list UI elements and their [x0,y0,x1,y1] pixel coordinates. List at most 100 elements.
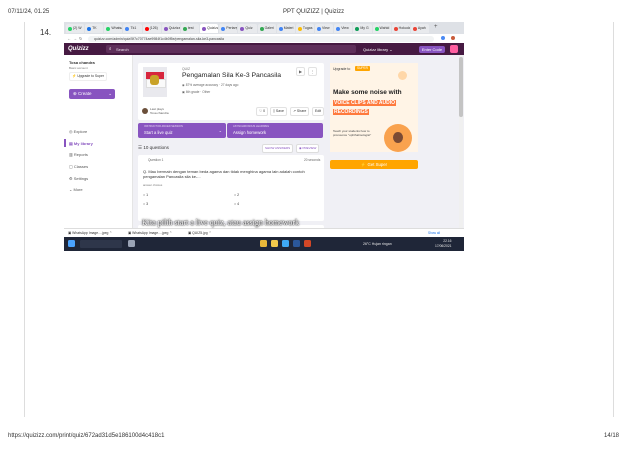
back-icon[interactable]: ← [67,36,71,41]
question-card: Question 1 20 seconds Q. Mau bermain den… [138,155,324,221]
ad-headline: Make some noise with [333,89,402,96]
sidebar-item-label: More [73,187,83,192]
create-button[interactable]: ⊕ Create ⌄ [69,89,115,99]
sidebar-item-explore[interactable]: ◎ Explore [69,129,87,134]
reload-icon[interactable]: ↻ [79,36,82,41]
forward-icon[interactable]: → [73,36,77,41]
time-ago: 27 days ago [220,83,239,87]
new-tab-icon[interactable]: + [434,24,438,30]
edit-button[interactable]: Edit [312,107,325,116]
download-item[interactable]: ▣ QUIZ5.jpg ⌃ [188,230,211,237]
avatar[interactable] [450,45,458,53]
task-view-icon[interactable] [128,240,135,247]
start-live-quiz-button[interactable]: INSTRUCTOR-PACED SESSION Start a live qu… [138,123,226,138]
browser-tab[interactable]: Ayah [410,24,429,33]
show-answers-button[interactable]: SHOW ANSWERS [262,144,294,153]
powerpoint-icon[interactable] [304,240,311,247]
library-icon: ▤ [69,141,73,146]
browser-tab[interactable]: WhatsA [104,24,123,33]
scrollbar-thumb[interactable] [459,57,463,117]
compass-icon: ◎ [69,129,73,134]
url-field[interactable]: quizizz.com/admin/quiz/5f7c70774ae9984f1… [88,35,434,42]
question-count: ☰ 10 questions [138,145,169,151]
sidebar-item-more[interactable]: ⌄ More [69,187,83,192]
preview-button[interactable]: ◉ PREVIEW [296,144,320,153]
upgrade-ad[interactable]: Upgrade to SUPER Make some noise with VO… [330,63,418,152]
start-subtitle: INSTRUCTOR-PACED SESSION [144,125,183,128]
search-icon: ⌕ [109,46,112,51]
browser-tab-label: Quizizz [207,26,219,30]
browser-tab[interactable]: Hokudal [391,24,410,33]
browser-tab[interactable]: View [334,24,353,33]
option-label: 2 [237,193,240,197]
show-all-link[interactable]: Show all [428,231,440,235]
browser-tab-label: Tugas [302,26,313,30]
browser-tab[interactable]: (126) [142,24,161,33]
upgrade-button[interactable]: ⚡ Upgrade to Super [69,72,107,81]
play-icon[interactable]: ▶ [296,67,305,76]
person-icon [393,132,403,143]
enter-code-button[interactable]: Enter Code [419,45,445,53]
browser-tab[interactable]: Materi [276,24,295,33]
edge-icon[interactable] [282,240,289,247]
quiz-accuracy: ◉ 87% average accuracy · 27 days ago [182,83,239,87]
sidebar-item-classes[interactable]: ▢ Classes [69,164,88,169]
get-super-button[interactable]: ⚡ Get Super [330,160,418,169]
browser-tab[interactable]: test [180,24,200,33]
browser-tab[interactable]: Quizizz [161,24,180,33]
browser-tab[interactable]: Pertanyaa [219,24,238,33]
browser-tab[interactable]: Quizizz [200,24,219,33]
quiz-owner: Last plays Tosa chandra [150,107,169,115]
assign-label: Assign homework [233,130,267,135]
option-label: 4 [237,202,240,206]
windows-start-icon[interactable] [68,240,75,247]
tab-favicon-icon [87,27,92,31]
tab-favicon-icon [259,27,264,31]
browser-tab[interactable]: View [315,24,334,33]
like-button[interactable]: ♡ 0 [256,107,269,116]
save-button[interactable]: ▯ Save [270,107,287,116]
weather-widget[interactable]: 26°C Hujan ringan [363,242,392,246]
print-url: https://quizizz.com/print/quiz/672ad31d5… [8,433,165,439]
taskbar-search[interactable] [80,240,122,248]
profile-icon[interactable] [451,36,455,40]
quiz-card: QUIZ Pengamalan Sila Ke-3 Pancasila ◉ 87… [138,63,325,120]
more-icon[interactable]: ⋮ [308,67,317,76]
browser-tab[interactable]: Quiz [238,24,257,33]
browser-tab-label: My G [360,26,369,30]
list-icon: ☰ [138,145,143,150]
sidebar-item-reports[interactable]: ▥ Reports [69,152,88,157]
file-icon: ▣ [128,231,132,235]
assign-homework-button[interactable]: ASYNCHRONOUS LEARNING Assign homework [227,123,323,138]
windows-taskbar: 26°C Hujan ringan 22.16 17/06/2021 [64,237,464,251]
browser-tab[interactable]: Wahid [372,24,391,33]
clock[interactable]: 22.16 17/06/2021 [435,239,452,248]
browser-tab[interactable]: TK [85,24,104,33]
tab-favicon-icon [221,27,226,31]
sidebar-item-settings[interactable]: ⚙ Settings [69,176,88,181]
print-datetime: 07/11/24, 01.25 [8,9,50,15]
option-3: ○ 3 [143,202,149,206]
chrome-icon[interactable] [260,240,267,247]
subject-value: Other [202,90,211,94]
word-icon[interactable] [293,240,300,247]
share-button[interactable]: ↗ Share [290,107,310,116]
tab-favicon-icon [68,27,72,31]
browser-tab[interactable]: Tugas [295,24,315,33]
browser-tab-strip: (2) W TK WhatsA Tk1 (126) Quizizz test Quizizz P… [64,22,464,34]
download-item[interactable]: ▣ WhatsApp Image....jpeg ⌃ [68,230,112,237]
quizizz-logo[interactable]: Quizizz [68,46,89,52]
sidebar-item-my-library[interactable]: ▤ My library [69,141,93,146]
start-label: Start a live quiz [144,130,173,135]
search-bar[interactable]: ⌕ Search [106,45,356,53]
browser-tab[interactable]: My G [353,24,372,33]
print-title: PPT QUIZIZZ | Quizizz [283,9,345,15]
download-item[interactable]: ▣ WhatsApp Image....jpeg ⌃ [128,230,172,237]
quizizz-library-dropdown[interactable]: Quizizz library ⌄ [360,46,396,53]
browser-tab[interactable]: Tk1 [123,24,142,33]
browser-tab[interactable]: (2) W [66,24,85,33]
folder-icon[interactable] [271,240,278,247]
browser-tab[interactable]: Galeri [257,24,276,33]
chevron-down-icon: ⌄ [108,91,112,96]
extension-icon[interactable] [441,36,445,40]
